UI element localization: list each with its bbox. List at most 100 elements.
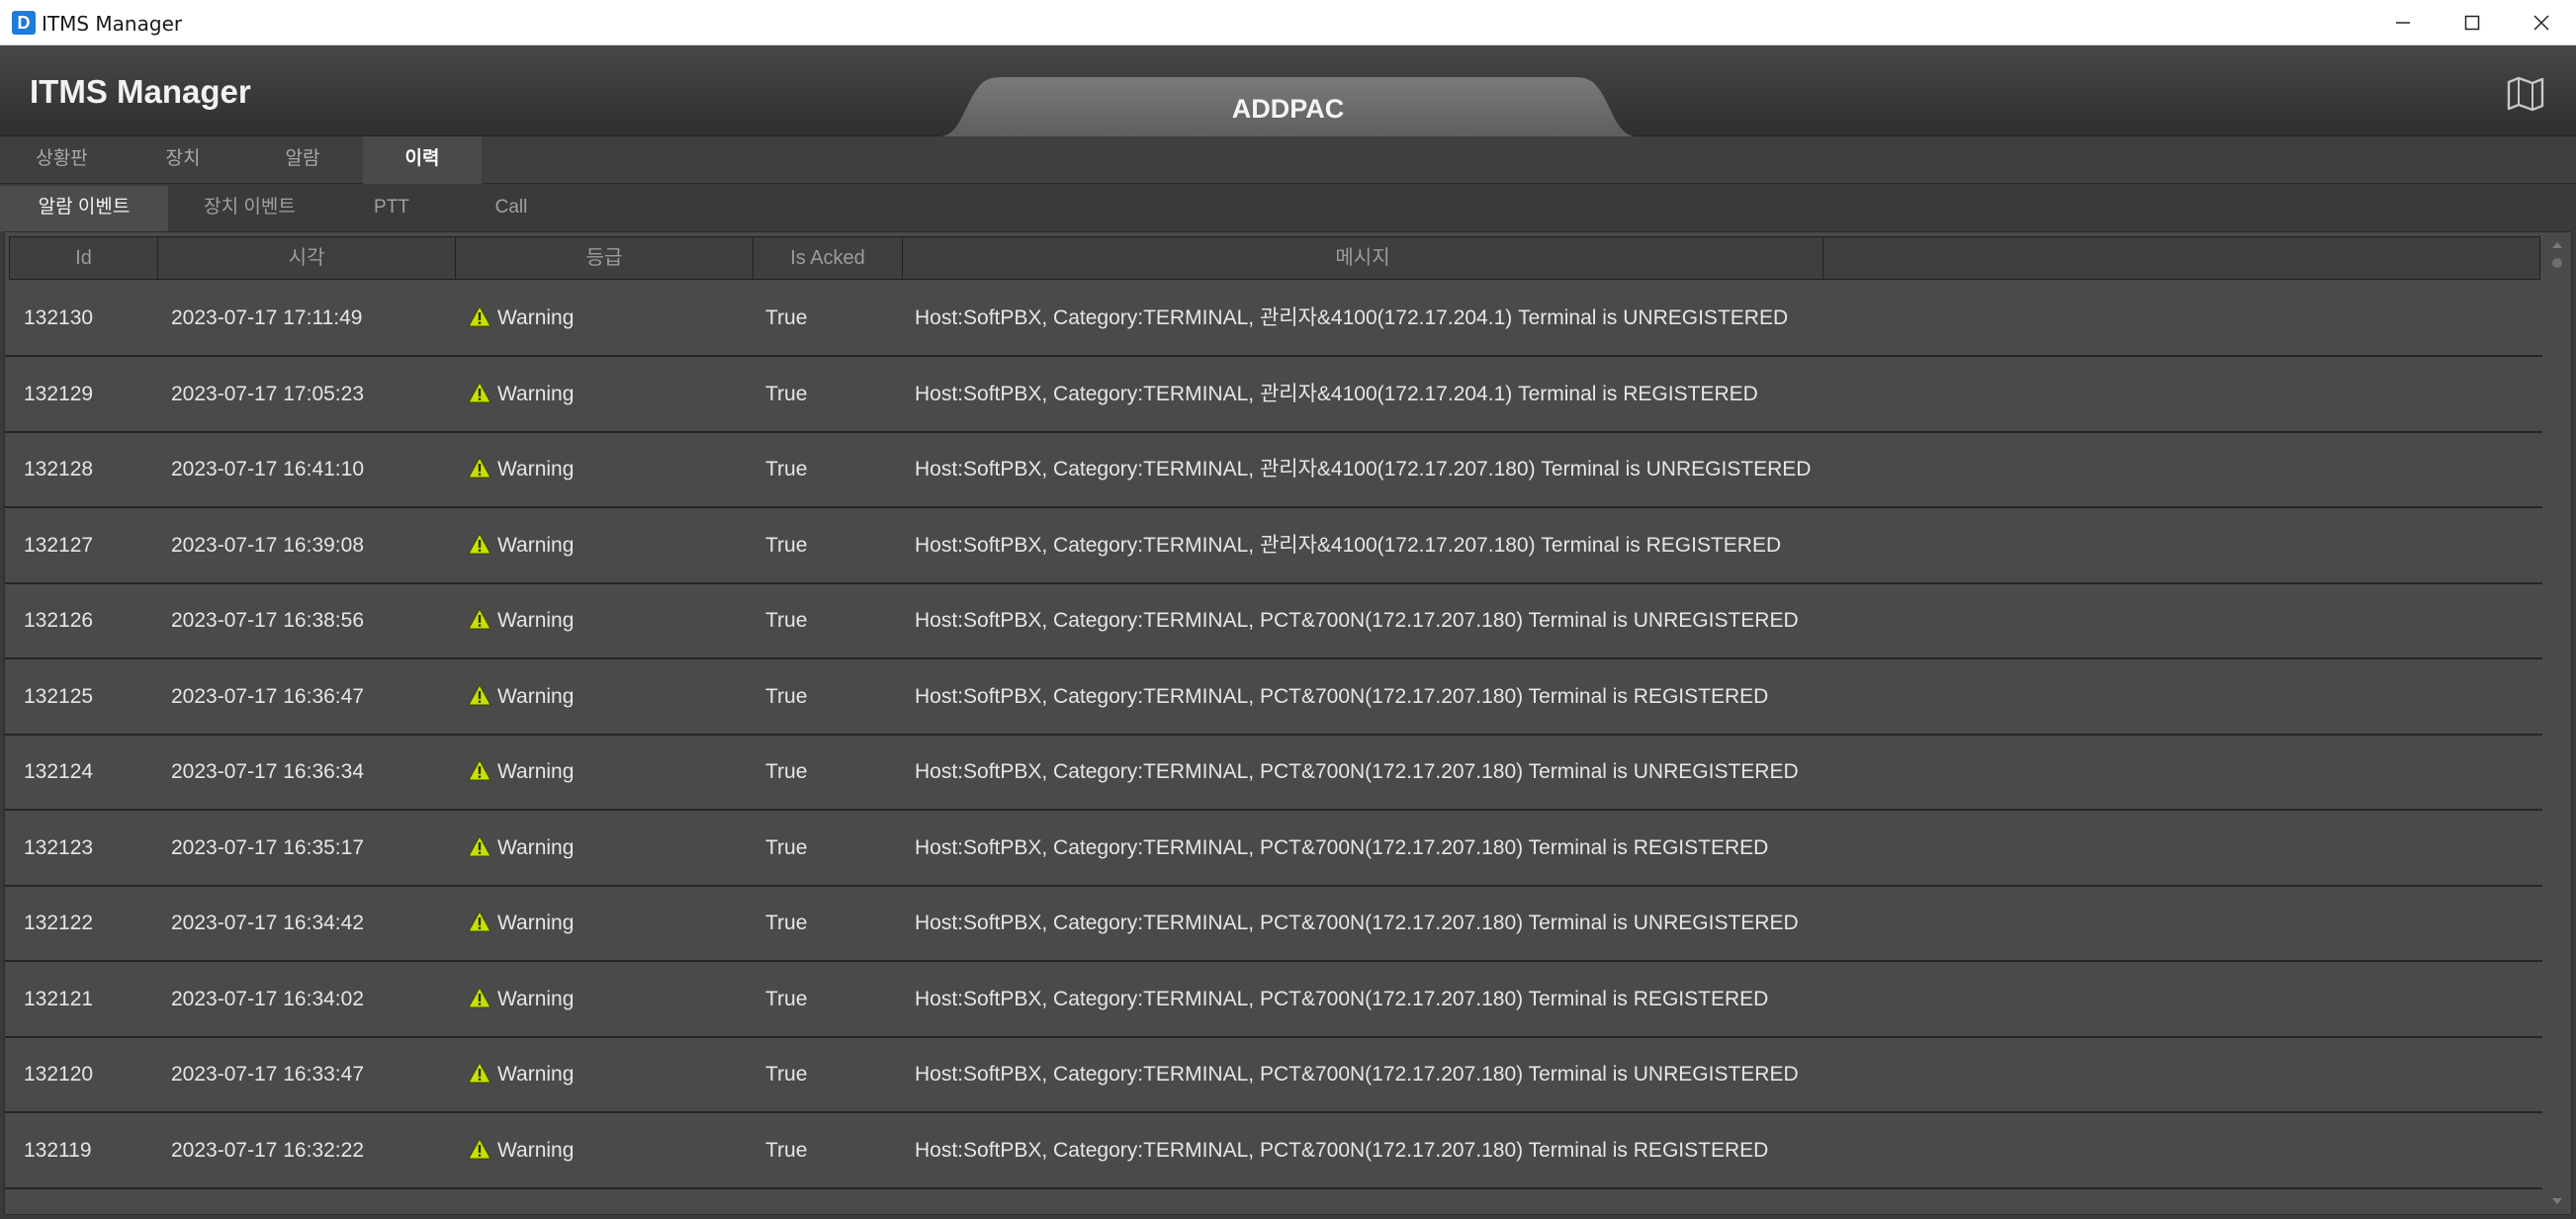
cell-level: Warning [468,584,574,657]
scroll-thumb[interactable] [2552,258,2562,268]
level-label: Warning [497,306,575,329]
cell-level: Warning [468,1114,574,1187]
maximize-button[interactable] [2438,0,2507,45]
cell-time: 2023-07-17 16:35:17 [171,835,364,859]
cell-acked: True [765,835,808,859]
cell-level: Warning [468,736,574,809]
scroll-up-icon[interactable] [2552,242,2562,248]
level-label: Warning [497,1138,575,1162]
cell-id: 132123 [24,835,94,859]
table-row[interactable]: 132130 2023-07-17 17:11:49 Warning True Host… [5,282,2542,357]
close-button[interactable] [2507,0,2576,45]
warning-icon [468,532,491,555]
cell-acked: True [765,684,808,708]
table-row[interactable]: 132129 2023-07-17 17:05:23 Warning True Host… [5,358,2542,433]
table-row[interactable]: 132125 2023-07-17 16:36:47 Warning True Host… [5,660,2542,736]
cell-level: Warning [468,509,574,582]
table-row[interactable]: 132120 2023-07-17 16:33:47 Warning True Host… [5,1038,2542,1113]
cell-id: 132119 [24,1138,92,1162]
level-label: Warning [497,987,575,1010]
cell-message: Host:SoftPBX, Category:TERMINAL, PCT&700… [915,609,1799,632]
table-row[interactable]: 132123 2023-07-17 16:35:17 Warning True Host… [5,812,2542,887]
cell-message: Host:SoftPBX, Category:TERMINAL, 관리자&410… [915,306,1789,329]
cell-id: 132127 [24,533,94,557]
minimize-icon [2396,22,2410,24]
cell-time: 2023-07-17 16:41:10 [171,458,364,480]
cell-time: 2023-07-17 16:38:56 [171,609,364,632]
cell-acked: True [765,912,808,934]
tab-alarms[interactable]: 알람 [242,136,363,184]
warning-icon [468,759,491,781]
level-label: Warning [497,1063,575,1086]
scroll-down-icon[interactable] [2552,1198,2562,1204]
sub-tab-bar: 알람 이벤트 장치 이벤트 PTT Call [0,184,2576,231]
warning-icon [468,305,491,327]
cell-level: Warning [468,282,574,355]
cell-acked: True [765,760,808,783]
minimize-button[interactable] [2368,0,2438,45]
cell-id: 132121 [24,987,94,1010]
warning-icon [468,683,491,706]
cell-acked: True [765,382,808,405]
cell-acked: True [765,458,808,480]
cell-acked: True [765,1138,808,1162]
window-title: ITMS Manager [42,12,183,36]
column-header-time[interactable]: 시각 [158,237,456,279]
vertical-scrollbar[interactable] [2543,232,2571,1214]
tab-devices[interactable]: 장치 [124,136,242,184]
column-header-filler [1823,237,2539,279]
cell-level: Warning [468,433,574,506]
app-header: ITMS Manager ADDPAC [0,45,2576,136]
cell-time: 2023-07-17 16:32:22 [171,1138,364,1162]
table-row[interactable]: 132121 2023-07-17 16:34:02 Warning True Host… [5,963,2542,1038]
cell-id: 132126 [24,609,94,632]
table-row[interactable]: 132127 2023-07-17 16:39:08 Warning True Host… [5,509,2542,584]
tab-history[interactable]: 이력 [363,136,482,184]
level-label: Warning [497,760,575,783]
level-label: Warning [497,609,575,632]
tab-dashboard[interactable]: 상황판 [0,136,124,184]
map-icon [2507,76,2544,112]
cell-message: Host:SoftPBX, Category:TERMINAL, 관리자&410… [915,382,1758,405]
subtab-ptt[interactable]: PTT [331,186,452,231]
cell-message: Host:SoftPBX, Category:TERMINAL, PCT&700… [915,835,1769,859]
cell-level: Warning [468,963,574,1036]
window-title-bar: D ITMS Manager [0,0,2576,45]
subtab-call[interactable]: Call [452,186,571,231]
cell-time: 2023-07-17 16:34:42 [171,912,364,934]
cell-acked: True [765,1063,808,1086]
cell-id: 132122 [24,912,94,934]
site-tab-label: ADDPAC [1231,94,1345,124]
cell-message: Host:SoftPBX, Category:TERMINAL, PCT&700… [915,987,1769,1010]
column-header-message[interactable]: 메시지 [903,237,1823,279]
table-row[interactable]: 132126 2023-07-17 16:38:56 Warning True Host… [5,584,2542,659]
close-icon [2533,15,2549,31]
level-label: Warning [497,912,575,934]
site-tab[interactable]: ADDPAC [939,77,1637,136]
table-row[interactable]: 132122 2023-07-17 16:34:42 Warning True Host… [5,887,2542,962]
cell-id: 132128 [24,458,94,480]
cell-id: 132130 [24,306,94,329]
cell-message: Host:SoftPBX, Category:TERMINAL, 관리자&410… [915,533,1782,557]
cell-level: Warning [468,660,574,734]
table-row[interactable]: 132128 2023-07-17 16:41:10 Warning True Host… [5,433,2542,508]
column-header-acked[interactable]: Is Acked [754,237,903,279]
cell-id: 132125 [24,684,94,708]
warning-icon [468,381,491,403]
cell-id: 132124 [24,760,94,783]
subtab-device-events[interactable]: 장치 이벤트 [168,186,331,231]
warning-icon [468,1062,491,1084]
app-logo-icon: D [12,11,36,35]
table-row[interactable]: 132124 2023-07-17 16:36:34 Warning True Host… [5,736,2542,811]
map-button[interactable] [2504,73,2547,113]
cell-level: Warning [468,887,574,960]
cell-acked: True [765,533,808,557]
subtab-alarm-events[interactable]: 알람 이벤트 [0,186,168,231]
table-row[interactable]: 132119 2023-07-17 16:32:22 Warning True Host… [5,1114,2542,1189]
column-header-level[interactable]: 등급 [456,237,754,279]
column-header-id[interactable]: Id [10,237,158,279]
cell-id: 132129 [24,382,94,405]
level-label: Warning [497,458,575,480]
main-tab-bar: 상황판 장치 알람 이력 [0,136,2576,184]
level-label: Warning [497,382,575,405]
